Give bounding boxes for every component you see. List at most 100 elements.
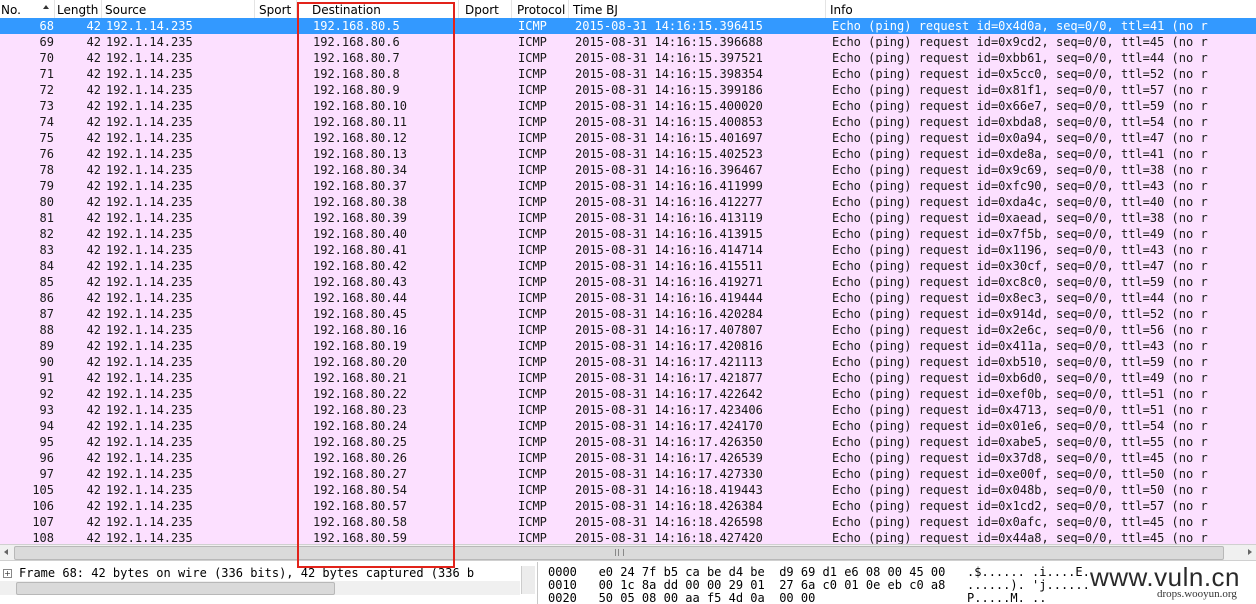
cell-protocol: ICMP (518, 147, 547, 161)
packet-list-horizontal-scrollbar[interactable] (0, 544, 1256, 561)
cell-destination: 192.168.80.13 (313, 147, 407, 161)
packet-row[interactable]: 89 42 192.1.14.235 192.168.80.19 ICMP 2015-08… (0, 338, 1256, 354)
column-header-source[interactable]: Source (105, 0, 146, 18)
cell-protocol: ICMP (518, 307, 547, 321)
scroll-left-button[interactable] (0, 545, 14, 560)
column-divider[interactable] (254, 0, 255, 18)
cell-no: 75 (39, 131, 54, 145)
details-vertical-scrollbar[interactable] (521, 566, 535, 594)
packet-row[interactable]: 107 42 192.1.14.235 192.168.80.58 ICMP 2015-0… (0, 514, 1256, 530)
cell-time: 2015-08-31 14:16:16.396467 (575, 163, 763, 177)
scrollbar-thumb[interactable] (16, 582, 335, 595)
expand-icon[interactable]: + (3, 569, 12, 578)
packet-row[interactable]: 106 42 192.1.14.235 192.168.80.57 ICMP 2015-0… (0, 498, 1256, 514)
column-header-no[interactable]: No. (1, 0, 21, 18)
cell-info: Echo (ping) request id=0x9c69, seq=0/0, … (832, 163, 1208, 177)
cell-source: 192.1.14.235 (106, 451, 193, 465)
packet-row[interactable]: 92 42 192.1.14.235 192.168.80.22 ICMP 2015-08… (0, 386, 1256, 402)
packet-row[interactable]: 85 42 192.1.14.235 192.168.80.43 ICMP 2015-08… (0, 274, 1256, 290)
cell-destination: 192.168.80.45 (313, 307, 407, 321)
packet-row[interactable]: 86 42 192.1.14.235 192.168.80.44 ICMP 2015-08… (0, 290, 1256, 306)
packet-row[interactable]: 90 42 192.1.14.235 192.168.80.20 ICMP 2015-08… (0, 354, 1256, 370)
cell-no: 91 (39, 371, 54, 385)
cell-destination: 192.168.80.9 (313, 83, 400, 97)
cell-destination: 192.168.80.5 (313, 19, 400, 33)
cell-source: 192.1.14.235 (106, 403, 193, 417)
column-header-dport[interactable]: Dport (465, 0, 499, 18)
packet-row[interactable]: 72 42 192.1.14.235 192.168.80.9 ICMP 2015-08-… (0, 82, 1256, 98)
packet-row[interactable]: 79 42 192.1.14.235 192.168.80.37 ICMP 2015-08… (0, 178, 1256, 194)
column-header-sport[interactable]: Sport (259, 0, 291, 18)
packet-row[interactable]: 91 42 192.1.14.235 192.168.80.21 ICMP 2015-08… (0, 370, 1256, 386)
frame-summary-line[interactable]: Frame 68: 42 bytes on wire (336 bits), 4… (19, 566, 533, 580)
cell-time: 2015-08-31 14:16:15.397521 (575, 51, 763, 65)
cell-info: Echo (ping) request id=0x411a, seq=0/0, … (832, 339, 1208, 353)
cell-info: Echo (ping) request id=0xb6d0, seq=0/0, … (832, 371, 1208, 385)
packet-row[interactable]: 93 42 192.1.14.235 192.168.80.23 ICMP 2015-08… (0, 402, 1256, 418)
column-header-time[interactable]: Time BJ (573, 0, 618, 18)
column-divider[interactable] (511, 0, 512, 18)
cell-no: 85 (39, 275, 54, 289)
cell-protocol: ICMP (518, 339, 547, 353)
cell-no: 86 (39, 291, 54, 305)
packet-row[interactable]: 87 42 192.1.14.235 192.168.80.45 ICMP 2015-08… (0, 306, 1256, 322)
column-header-protocol[interactable]: Protocol (517, 0, 565, 18)
packet-row[interactable]: 95 42 192.1.14.235 192.168.80.25 ICMP 2015-08… (0, 434, 1256, 450)
cell-info: Echo (ping) request id=0x30cf, seq=0/0, … (832, 259, 1208, 273)
cell-source: 192.1.14.235 (106, 355, 193, 369)
column-divider[interactable] (296, 0, 297, 18)
column-divider[interactable] (101, 0, 102, 18)
packet-row[interactable]: 108 42 192.1.14.235 192.168.80.59 ICMP 2015-0… (0, 530, 1256, 545)
packet-row[interactable]: 78 42 192.1.14.235 192.168.80.34 ICMP 2015-08… (0, 162, 1256, 178)
cell-protocol: ICMP (518, 19, 547, 33)
sort-ascending-icon (43, 5, 49, 9)
column-divider[interactable] (568, 0, 569, 18)
cell-length: 42 (86, 291, 101, 305)
packet-row[interactable]: 70 42 192.1.14.235 192.168.80.7 ICMP 2015-08-… (0, 50, 1256, 66)
cell-info: Echo (ping) request id=0x0a94, seq=0/0, … (832, 131, 1208, 145)
cell-info: Echo (ping) request id=0x1196, seq=0/0, … (832, 243, 1208, 257)
cell-no: 76 (39, 147, 54, 161)
packet-row[interactable]: 76 42 192.1.14.235 192.168.80.13 ICMP 2015-08… (0, 146, 1256, 162)
column-header-destination[interactable]: Destination (312, 0, 381, 18)
packet-row[interactable]: 88 42 192.1.14.235 192.168.80.16 ICMP 2015-08… (0, 322, 1256, 338)
scroll-right-button[interactable] (1242, 545, 1256, 560)
packet-row[interactable]: 75 42 192.1.14.235 192.168.80.12 ICMP 2015-08… (0, 130, 1256, 146)
cell-source: 192.1.14.235 (106, 483, 193, 497)
column-divider[interactable] (54, 0, 55, 18)
packet-row[interactable]: 74 42 192.1.14.235 192.168.80.11 ICMP 2015-08… (0, 114, 1256, 130)
packet-row[interactable]: 83 42 192.1.14.235 192.168.80.41 ICMP 2015-08… (0, 242, 1256, 258)
packet-row[interactable]: 97 42 192.1.14.235 192.168.80.27 ICMP 2015-08… (0, 466, 1256, 482)
packet-row[interactable]: 84 42 192.1.14.235 192.168.80.42 ICMP 2015-08… (0, 258, 1256, 274)
column-header-info[interactable]: Info (830, 0, 853, 18)
column-header-length[interactable]: Length (57, 0, 98, 18)
cell-length: 42 (86, 131, 101, 145)
cell-length: 42 (86, 51, 101, 65)
cell-destination: 192.168.80.38 (313, 195, 407, 209)
cell-destination: 192.168.80.7 (313, 51, 400, 65)
cell-time: 2015-08-31 14:16:18.427420 (575, 531, 763, 545)
cell-source: 192.1.14.235 (106, 147, 193, 161)
column-divider[interactable] (458, 0, 459, 18)
packet-row[interactable]: 71 42 192.1.14.235 192.168.80.8 ICMP 2015-08-… (0, 66, 1256, 82)
details-horizontal-scrollbar[interactable] (0, 581, 520, 595)
packet-row[interactable]: 105 42 192.1.14.235 192.168.80.54 ICMP 2015-0… (0, 482, 1256, 498)
cell-info: Echo (ping) request id=0xabe5, seq=0/0, … (832, 435, 1208, 449)
column-divider[interactable] (825, 0, 826, 18)
scrollbar-thumb[interactable] (14, 546, 1224, 560)
packet-row[interactable]: 82 42 192.1.14.235 192.168.80.40 ICMP 2015-08… (0, 226, 1256, 242)
cell-source: 192.1.14.235 (106, 51, 193, 65)
packet-row[interactable]: 80 42 192.1.14.235 192.168.80.38 ICMP 2015-08… (0, 194, 1256, 210)
cell-length: 42 (86, 243, 101, 257)
cell-info: Echo (ping) request id=0x4d0a, seq=0/0, … (832, 19, 1208, 33)
packet-row[interactable]: 94 42 192.1.14.235 192.168.80.24 ICMP 2015-08… (0, 418, 1256, 434)
packet-row[interactable]: 68 42 192.1.14.235 192.168.80.5 ICMP 2015-08-… (0, 18, 1256, 34)
cell-protocol: ICMP (518, 323, 547, 337)
packet-row[interactable]: 69 42 192.1.14.235 192.168.80.6 ICMP 2015-08-… (0, 34, 1256, 50)
packet-row[interactable]: 96 42 192.1.14.235 192.168.80.26 ICMP 2015-08… (0, 450, 1256, 466)
cell-time: 2015-08-31 14:16:17.420816 (575, 339, 763, 353)
packet-list[interactable]: 68 42 192.1.14.235 192.168.80.5 ICMP 2015-08-… (0, 18, 1256, 545)
packet-row[interactable]: 73 42 192.1.14.235 192.168.80.10 ICMP 2015-08… (0, 98, 1256, 114)
cell-source: 192.1.14.235 (106, 467, 193, 481)
packet-row[interactable]: 81 42 192.1.14.235 192.168.80.39 ICMP 2015-08… (0, 210, 1256, 226)
